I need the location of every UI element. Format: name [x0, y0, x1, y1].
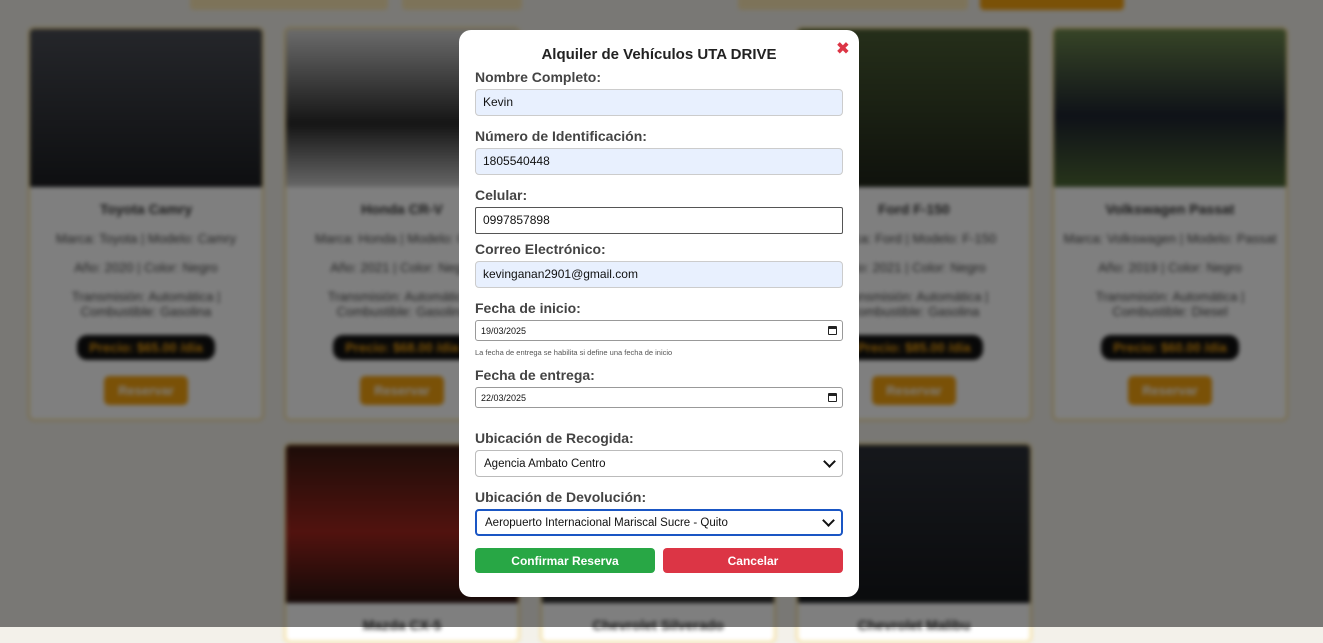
recogida-label: Ubicación de Recogida: [475, 430, 634, 446]
fecha-inicio-input[interactable]: 19/03/2025 [475, 320, 843, 341]
devolucion-selected: Aeropuerto Internacional Mariscal Sucre … [485, 516, 728, 529]
celular-input[interactable]: 0997857898 [475, 207, 843, 234]
nombre-input[interactable]: Kevin [475, 89, 843, 116]
rental-modal: ✖ Alquiler de Vehículos UTA DRIVE Nombre… [459, 30, 859, 597]
fecha-entrega-value: 22/03/2025 [481, 392, 527, 403]
nombre-label: Nombre Completo: [475, 69, 601, 85]
fecha-inicio-value: 19/03/2025 [481, 325, 527, 336]
fecha-entrega-label: Fecha de entrega: [475, 367, 595, 383]
fecha-inicio-label: Fecha de inicio: [475, 300, 581, 316]
cancel-button[interactable]: Cancelar [663, 548, 843, 573]
fecha-entrega-input[interactable]: 22/03/2025 [475, 387, 843, 408]
chevron-down-icon [822, 514, 835, 527]
correo-input[interactable]: kevinganan2901@gmail.com [475, 261, 843, 288]
recogida-select[interactable]: Agencia Ambato Centro [475, 450, 843, 477]
modal-title: Alquiler de Vehículos UTA DRIVE [541, 46, 777, 63]
confirm-button[interactable]: Confirmar Reserva [475, 548, 655, 573]
modal-actions: Confirmar Reserva Cancelar [475, 548, 843, 573]
devolucion-label: Ubicación de Devolución: [475, 489, 647, 505]
calendar-icon[interactable] [828, 393, 837, 402]
celular-label: Celular: [475, 187, 528, 203]
identificacion-input[interactable]: 1805540448 [475, 148, 843, 175]
fecha-hint: La fecha de entrega se habilita si defin… [475, 348, 673, 357]
correo-label: Correo Electrónico: [475, 241, 606, 257]
recogida-selected: Agencia Ambato Centro [484, 457, 606, 470]
close-icon[interactable]: ✖ [836, 39, 850, 59]
devolucion-select[interactable]: Aeropuerto Internacional Mariscal Sucre … [475, 509, 843, 536]
calendar-icon[interactable] [828, 326, 837, 335]
chevron-down-icon [823, 455, 836, 468]
identificacion-label: Número de Identificación: [475, 128, 647, 144]
